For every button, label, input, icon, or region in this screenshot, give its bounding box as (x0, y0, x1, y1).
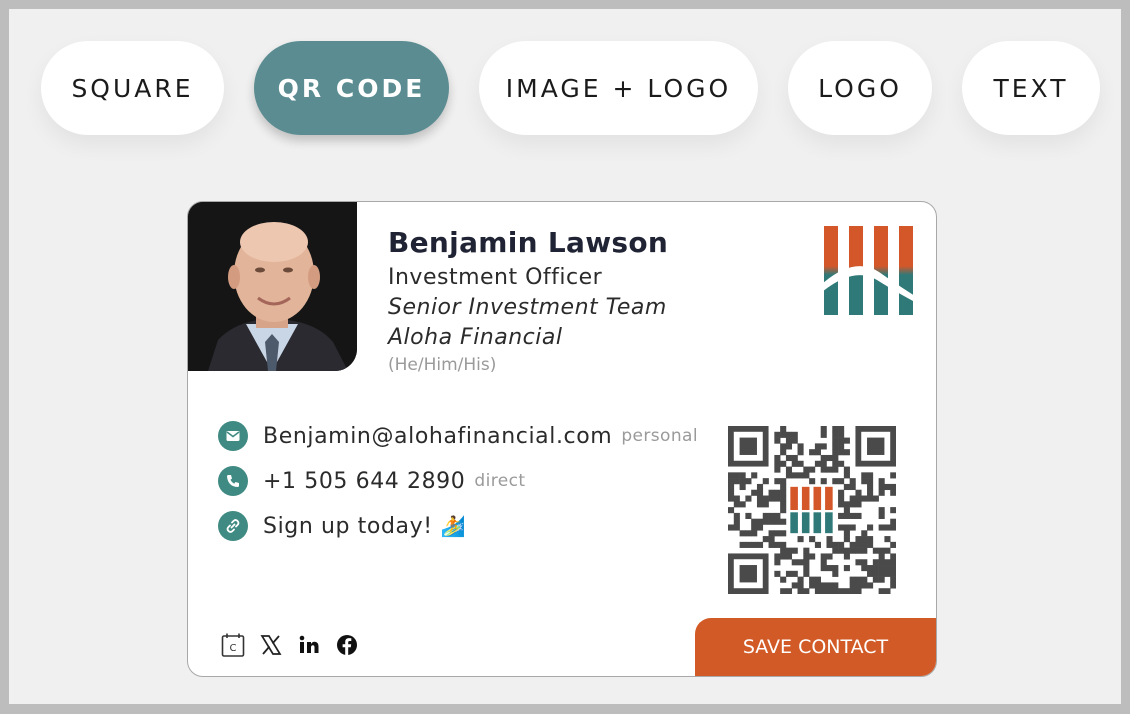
qr-code (728, 426, 897, 595)
svg-text:C: C (230, 643, 237, 654)
tab-label: SQUARE (71, 73, 194, 103)
pronouns: (He/Him/His) (388, 355, 497, 375)
link-row[interactable]: Sign up today! 🏄 (218, 510, 466, 542)
tab-square[interactable]: SQUARE (41, 41, 224, 135)
phone-text: +1 505 644 2890 (263, 468, 466, 494)
tab-qr-code[interactable]: QR CODE (254, 41, 449, 135)
facebook-icon[interactable] (334, 632, 360, 658)
company-logo (822, 226, 915, 315)
tab-label: LOGO (818, 73, 902, 103)
contact-name: Benjamin Lawson (388, 226, 669, 259)
phone-icon (218, 466, 248, 496)
link-icon (218, 511, 248, 541)
social-links: C (220, 632, 372, 658)
signature-card: Benjamin Lawson Investment Officer Senio… (187, 201, 937, 677)
app-frame: SQUARE QR CODE IMAGE + LOGO LOGO TEXT Be… (0, 0, 1130, 714)
calendar-icon[interactable]: C (220, 632, 246, 658)
tab-label: QR CODE (277, 73, 426, 103)
email-tag: personal (621, 426, 698, 446)
surfer-emoji: 🏄 (440, 514, 466, 538)
tab-label: IMAGE + LOGO (505, 73, 732, 103)
email-icon (218, 421, 248, 451)
email-text: Benjamin@alohafinancial.com (263, 423, 613, 449)
phone-row[interactable]: +1 505 644 2890 direct (218, 465, 525, 497)
email-row[interactable]: Benjamin@alohafinancial.com personal (218, 420, 698, 452)
company-name: Aloha Financial (388, 325, 563, 350)
x-icon[interactable] (258, 632, 284, 658)
link-text: Sign up today! (263, 513, 433, 539)
profile-photo (188, 202, 357, 371)
save-contact-button[interactable]: SAVE CONTACT (695, 618, 936, 676)
tab-text[interactable]: TEXT (962, 41, 1100, 135)
phone-tag: direct (474, 471, 526, 491)
linkedin-icon[interactable] (296, 632, 322, 658)
tab-logo[interactable]: LOGO (788, 41, 932, 135)
tab-label: TEXT (993, 73, 1069, 103)
job-title: Investment Officer (388, 265, 603, 290)
department: Senior Investment Team (388, 295, 667, 320)
tab-image-logo[interactable]: IMAGE + LOGO (479, 41, 758, 135)
